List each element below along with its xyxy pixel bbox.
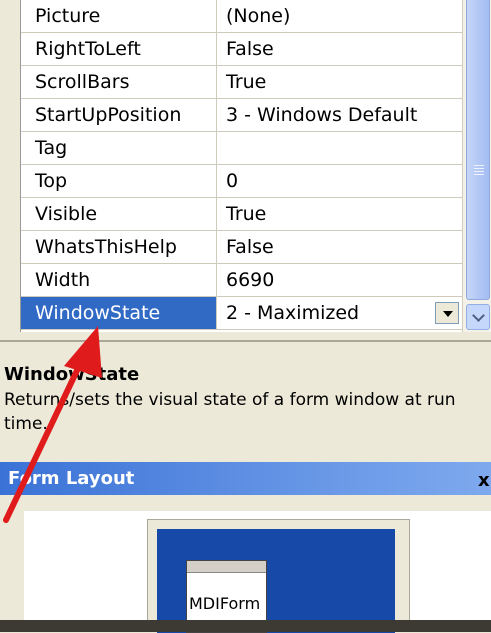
property-value-dropdown[interactable]: 2 - Maximized	[218, 297, 463, 329]
property-value[interactable]	[218, 132, 463, 164]
form-thumbnail-label: MDIForm	[189, 594, 261, 613]
property-description-pane: WindowState Returns/sets the visual stat…	[0, 340, 491, 444]
property-row-width[interactable]: Width 6690	[21, 264, 463, 297]
property-name[interactable]: Top	[21, 165, 217, 197]
monitor-preview: MDIForm	[147, 519, 410, 633]
property-value[interactable]: False	[218, 231, 463, 263]
screen-preview: MDIForm	[157, 529, 395, 633]
property-name[interactable]: Width	[21, 264, 217, 296]
description-title: WindowState	[4, 364, 140, 385]
form-layout-body: MDIForm	[0, 495, 491, 633]
grip-line	[474, 165, 484, 166]
dropdown-button[interactable]	[435, 302, 459, 324]
property-name-selected[interactable]: WindowState	[21, 297, 217, 329]
scrollbar-thumb[interactable]	[466, 0, 490, 300]
property-row-whatsthishelp[interactable]: WhatsThisHelp False	[21, 231, 463, 264]
property-row-scrollbars[interactable]: ScrollBars True	[21, 66, 463, 99]
property-name[interactable]: Visible	[21, 198, 217, 230]
grip-line	[474, 171, 484, 172]
property-value[interactable]: True	[218, 66, 463, 98]
close-icon[interactable]: x	[478, 470, 490, 491]
vertical-scrollbar[interactable]	[462, 0, 491, 332]
grip-line	[474, 174, 484, 175]
form-thumbnail-titlebar	[187, 561, 266, 573]
form-layout-titlebar[interactable]: Form Layout x	[0, 462, 491, 495]
property-row-tag[interactable]: Tag	[21, 132, 463, 165]
property-name[interactable]: ScrollBars	[21, 66, 217, 98]
property-row-startupposition[interactable]: StartUpPosition 3 - Windows Default	[21, 99, 463, 132]
property-name[interactable]: RightToLeft	[21, 33, 217, 65]
chevron-down-icon	[472, 309, 485, 322]
scroll-down-button[interactable]	[466, 304, 490, 330]
property-row-picture[interactable]: Picture (None)	[21, 0, 463, 33]
property-name[interactable]: Tag	[21, 132, 217, 164]
property-row-visible[interactable]: Visible True	[21, 198, 463, 231]
bottom-strip	[0, 620, 491, 632]
properties-grid: Picture (None) RightToLeft False ScrollB…	[20, 0, 463, 332]
property-row-top[interactable]: Top 0	[21, 165, 463, 198]
property-name[interactable]: WhatsThisHelp	[21, 231, 217, 263]
property-name[interactable]: StartUpPosition	[21, 99, 217, 131]
property-value[interactable]: 3 - Windows Default	[218, 99, 463, 131]
form-layout-title: Form Layout	[8, 468, 135, 489]
description-text: Returns/sets the visual state of a form …	[4, 390, 456, 434]
property-value[interactable]: (None)	[218, 0, 463, 32]
property-value[interactable]: True	[218, 198, 463, 230]
property-value[interactable]: False	[218, 33, 463, 65]
property-value[interactable]: 6690	[218, 264, 463, 296]
property-row-windowstate[interactable]: WindowState 2 - Maximized	[21, 297, 463, 330]
grip-line	[474, 168, 484, 169]
chevron-down-icon	[443, 311, 453, 317]
form-layout-canvas: MDIForm	[24, 511, 491, 633]
property-row-righttoleft[interactable]: RightToLeft False	[21, 33, 463, 66]
property-name[interactable]: Picture	[21, 0, 217, 32]
property-value[interactable]: 0	[218, 165, 463, 197]
